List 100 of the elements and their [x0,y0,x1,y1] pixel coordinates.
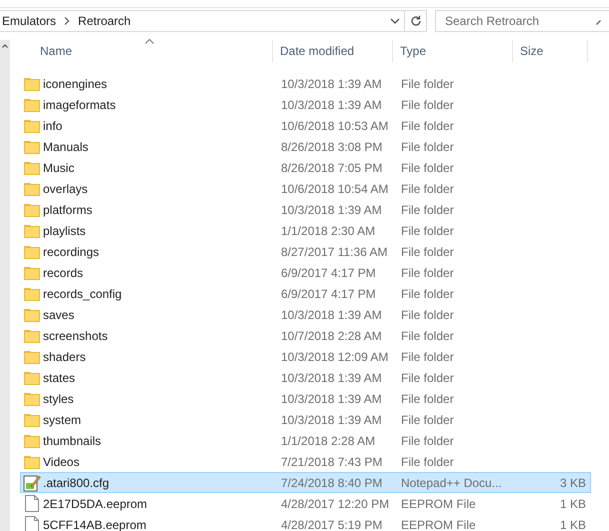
file-row[interactable]: screenshots 10/7/2018 2:28 AM File folder [20,325,591,346]
file-name: thumbnails [42,432,102,450]
date-modified: 10/6/2018 10:53 AM [280,118,390,134]
file-name: states [42,370,76,386]
file-row[interactable]: 5CFF14AB.eeprom 4/28/2017 5:19 PM EEPROM File 1 KB [20,514,591,531]
file-row[interactable]: styles 10/3/2018 1:39 AM File folder [20,388,591,409]
refresh-icon [410,15,422,27]
file-row[interactable]: system 10/3/2018 1:39 AM File folder [20,409,591,430]
folder-icon [24,454,40,468]
file-row[interactable]: 2E17D5DA.eeprom 4/28/2017 12:20 PM EEPROM File 1 KB [20,493,591,514]
file-row[interactable]: Music 8/26/2018 7:05 PM File folder [20,157,591,178]
date-modified: 7/24/2018 8:40 PM [280,474,384,492]
folder-icon [24,182,40,196]
sort-ascending-icon [144,39,154,44]
date-modified: 4/28/2017 5:19 PM [280,516,384,531]
file-row[interactable]: Videos 7/21/2018 7:43 PM File folder [20,451,591,472]
date-modified: 6/9/2017 4:17 PM [280,264,377,282]
file-type: File folder [400,76,455,92]
file-type: File folder [400,370,455,386]
date-modified: 7/21/2018 7:43 PM [280,454,384,470]
file-row[interactable]: imageformats 10/3/2018 1:39 AM File folder [20,94,591,115]
folder-icon [24,370,40,384]
date-modified: 10/6/2018 10:54 AM [280,180,390,198]
file-row[interactable]: info 10/6/2018 10:53 AM File folder [20,115,591,136]
file-type: File folder [400,328,455,344]
file-name: platforms [42,202,94,218]
file-type: File folder [400,412,455,428]
file-type: File folder [400,348,455,366]
navigation-scrollbar[interactable] [0,40,10,531]
file-name: iconengines [42,76,108,92]
date-modified: 8/26/2018 3:08 PM [280,138,384,156]
file-name: .atari800.cfg [42,474,110,492]
file-row[interactable]: platforms 10/3/2018 1:39 AM File folder [20,199,591,220]
file-row[interactable]: playlists 1/1/2018 2:30 AM File folder [20,220,591,241]
file-name: records_config [42,286,123,302]
file-row[interactable]: records 6/9/2017 4:17 PM File folder [20,262,591,283]
date-modified: 10/3/2018 1:39 AM [280,76,383,92]
column-header[interactable]: Date modified [273,40,393,62]
file-type: File folder [400,264,455,282]
file-row[interactable]: thumbnails 1/1/2018 2:28 AM File folder [20,430,591,451]
search-box[interactable]: Search Retroarch [435,10,609,32]
column-header[interactable]: Type [393,40,513,62]
refresh-button[interactable] [405,10,427,32]
folder-icon [24,412,40,426]
date-modified: 10/3/2018 1:39 AM [280,412,383,428]
date-modified: 1/1/2018 2:30 AM [280,222,376,240]
folder-icon [24,160,40,174]
date-modified: 8/26/2018 7:05 PM [280,160,384,176]
date-modified: 1/1/2018 2:28 AM [280,432,376,450]
folder-icon [24,202,40,216]
file-name: Videos [42,454,80,470]
file-row[interactable]: .atari800.cfg 7/24/2018 8:40 PM Notepad++ Docu... 3 KB [20,472,591,493]
file-row[interactable]: records_config 6/9/2017 4:17 PM File folder [20,283,591,304]
folder-icon [24,392,40,406]
file-row[interactable]: saves 10/3/2018 1:39 AM File folder [20,304,591,325]
document-icon [24,495,38,512]
folder-icon [24,266,40,280]
date-modified: 10/3/2018 1:39 AM [280,202,383,218]
address-bar[interactable]: Emulators Retroarch [0,10,405,32]
file-type: File folder [400,180,455,198]
date-modified: 6/9/2017 4:17 PM [280,286,377,302]
folder-icon [24,118,40,132]
file-row[interactable]: overlays 10/6/2018 10:54 AM File folder [20,178,591,199]
file-name: Manuals [42,138,90,156]
file-type: File folder [400,222,455,240]
folder-icon [24,308,40,322]
folder-icon [24,286,40,300]
breadcrumb[interactable]: Emulators [2,12,56,30]
file-name: 5CFF14AB.eeprom [42,516,148,531]
file-type: File folder [400,202,455,218]
file-type: EEPROM File [400,496,477,512]
file-type: File folder [400,244,455,260]
search-field[interactable]: Search Retroarch [436,11,596,31]
file-type: File folder [400,390,455,408]
file-name: Music [42,160,76,176]
folder-icon [24,244,40,258]
column-header[interactable]: Size [513,40,588,62]
file-row[interactable]: iconengines 10/3/2018 1:39 AM File folder [20,73,591,94]
file-name: shaders [42,348,87,366]
folder-icon [24,350,40,364]
column-header[interactable]: Name [17,40,273,62]
breadcrumb[interactable]: Retroarch [78,12,131,30]
file-name: info [42,118,64,134]
date-modified: 10/3/2018 1:39 AM [280,306,383,324]
file-name: imageformats [42,96,117,114]
dropdown-chevron-icon[interactable] [390,18,400,24]
file-name: playlists [42,222,87,240]
folder-icon [24,434,40,448]
file-row[interactable]: recordings 8/27/2017 11:36 AM File folder [20,241,591,262]
file-row[interactable]: Manuals 8/26/2018 3:08 PM File folder [20,136,591,157]
file-name: screenshots [42,328,109,344]
file-row[interactable]: shaders 10/3/2018 12:09 AM File folder [20,346,591,367]
file-type: File folder [400,454,455,470]
folder-icon [24,328,40,342]
file-name: records [42,264,84,282]
notepad-file-icon [22,474,40,492]
date-modified: 8/27/2017 11:36 AM [280,244,389,260]
file-name: styles [42,390,75,408]
file-type: EEPROM File [400,516,477,531]
file-row[interactable]: states 10/3/2018 1:39 AM File folder [20,367,591,388]
